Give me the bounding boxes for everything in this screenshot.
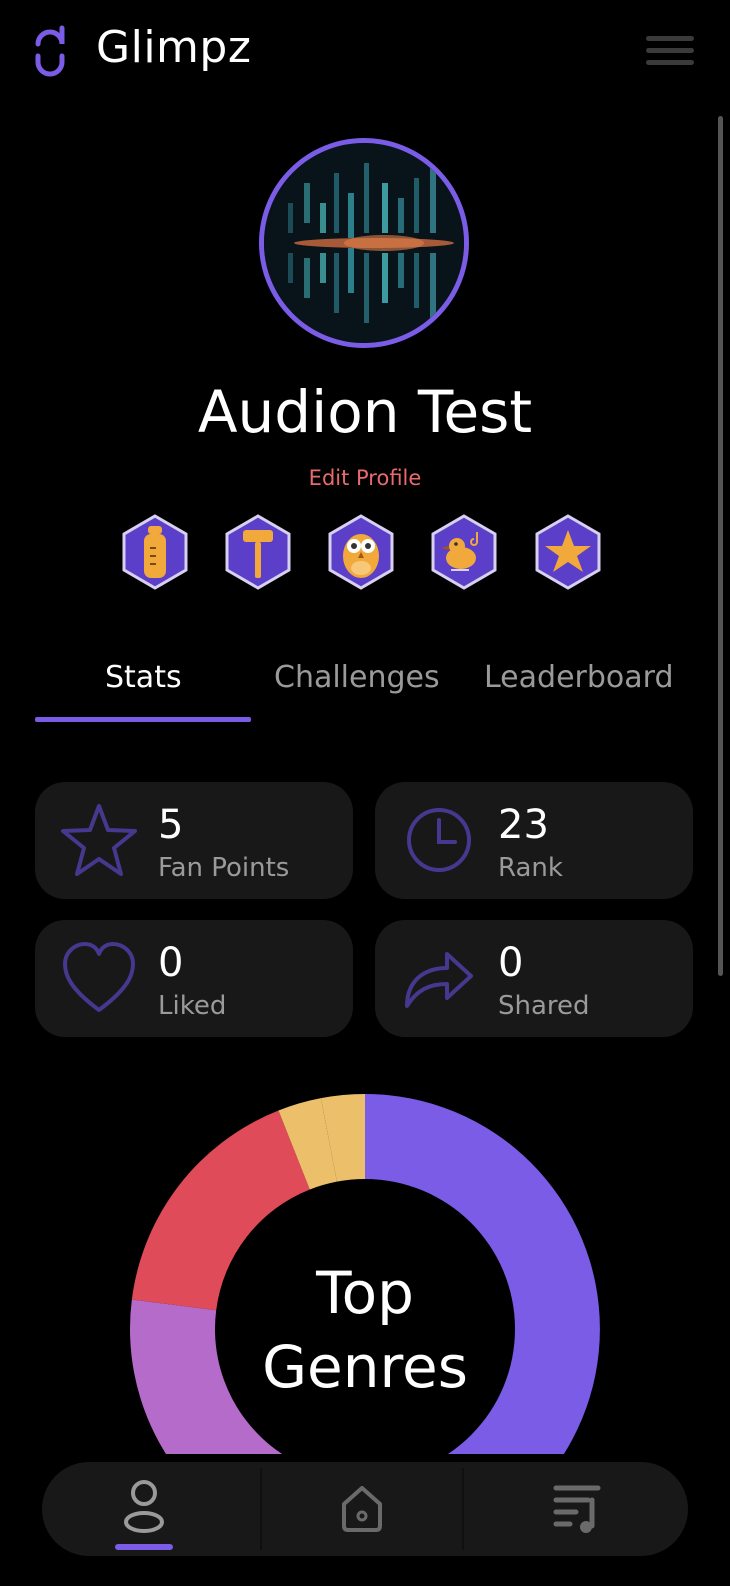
chart-title: Top Genres [0,1256,730,1404]
stat-label: Liked [158,991,227,1021]
tab-stats[interactable]: Stats [105,660,182,695]
scrollbar[interactable] [718,116,723,976]
bottom-nav [42,1462,688,1556]
active-tab-indicator [35,717,251,722]
badge-row [120,514,614,590]
stat-value: 0 [158,940,184,986]
stat-value: 5 [158,802,184,848]
chart-title-line-1: Top [316,1259,414,1327]
tab-challenges[interactable]: Challenges [274,660,440,695]
stat-card-rank[interactable]: 23 Rank [375,782,693,899]
stat-label: Fan Points [158,853,290,883]
baby-bottle-icon[interactable] [120,514,190,590]
glimpz-logo-icon [35,25,65,77]
playlist-icon [553,1485,601,1533]
stat-card-shared[interactable]: 0 Shared [375,920,693,1037]
singing-bird-icon[interactable] [429,514,499,590]
profile-tabs: Stats Challenges Leaderboard [35,660,695,720]
gavel-icon[interactable] [223,514,293,590]
chart-title-line-2: Genres [262,1333,468,1401]
stat-value: 23 [498,802,549,848]
profile-name: Audion Test [197,378,533,446]
clock-icon [407,808,471,872]
share-icon [405,952,473,1008]
nav-home[interactable] [262,1462,462,1556]
tab-leaderboard[interactable]: Leaderboard [484,660,674,695]
avatar[interactable] [259,138,469,348]
app-header: Glimpz [0,0,730,110]
stat-card-fan-points[interactable]: 5 Fan Points [35,782,353,899]
edit-profile-link[interactable]: Edit Profile [0,466,730,490]
hamburger-menu-icon[interactable] [646,36,694,72]
app-brand: Glimpz [96,22,252,73]
stat-label: Shared [498,991,590,1021]
star-outline-icon [61,804,137,876]
home-icon [342,1486,382,1532]
stat-card-liked[interactable]: 0 Liked [35,920,353,1037]
avatar-image [264,143,464,343]
active-nav-indicator [115,1544,173,1550]
profile-icon [124,1480,164,1533]
stat-value: 0 [498,940,524,986]
star-icon[interactable] [533,514,603,590]
nav-profile[interactable] [42,1462,260,1556]
heart-icon [63,942,135,1012]
stat-label: Rank [498,853,563,883]
owl-icon[interactable] [326,514,396,590]
nav-playlist[interactable] [464,1462,688,1556]
